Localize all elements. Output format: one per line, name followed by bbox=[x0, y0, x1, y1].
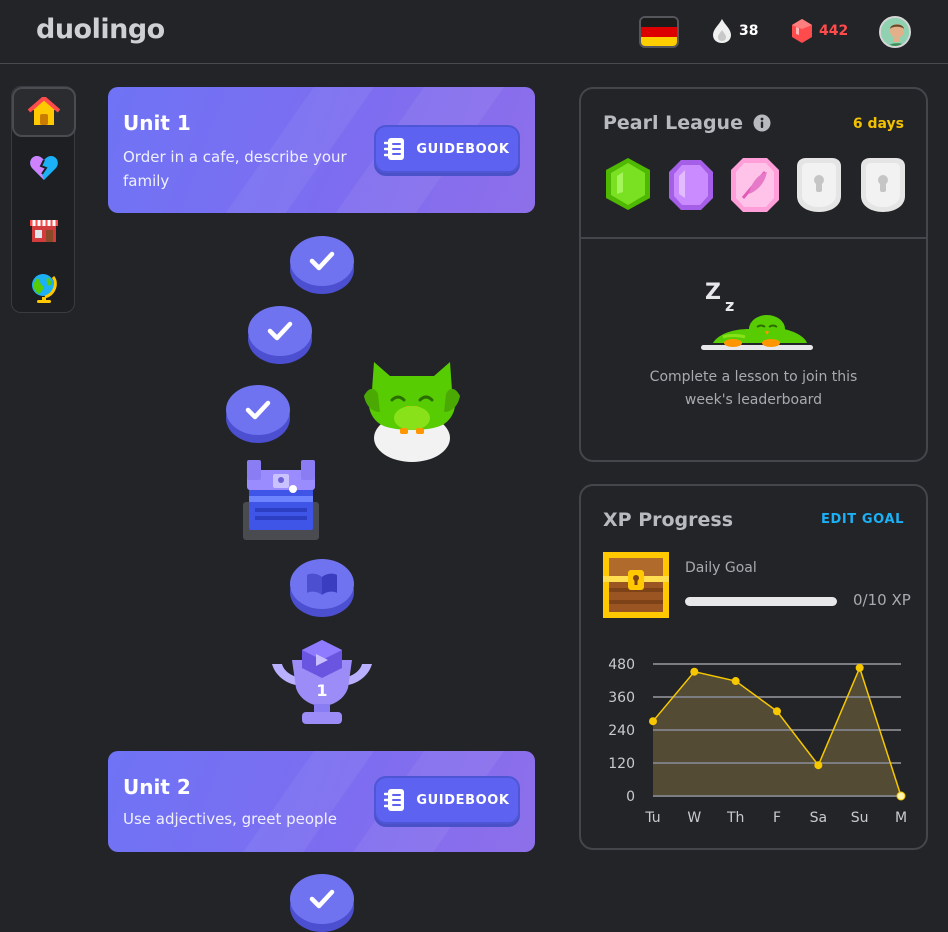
data-point bbox=[896, 791, 906, 801]
checkmark-icon bbox=[309, 889, 335, 909]
duolingo-logo[interactable]: duolingo bbox=[36, 14, 165, 45]
home-icon bbox=[28, 97, 60, 125]
sleeping-duo-icon: Z z bbox=[701, 280, 813, 350]
x-tick-label: M bbox=[895, 810, 907, 826]
lesson-node-completed[interactable] bbox=[290, 874, 354, 932]
locked-league-icon bbox=[797, 158, 841, 212]
xp-weekly-chart: 0 120 240 360 480 Tu W Th F Sa Su M bbox=[608, 657, 907, 826]
x-tick-label: Su bbox=[851, 810, 869, 826]
checkmark-icon bbox=[245, 400, 271, 420]
unit-description: Use adjectives, greet people bbox=[123, 810, 337, 828]
unit-1-banner: Unit 1 Order in a cafe, describe your fa… bbox=[108, 87, 535, 213]
german-flag-icon[interactable] bbox=[639, 16, 679, 48]
data-point bbox=[690, 667, 699, 676]
unit-2-banner: Unit 2 Use adjectives, greet people GUID… bbox=[108, 751, 535, 852]
pearl-league-icon bbox=[731, 158, 779, 212]
notebook-icon bbox=[384, 789, 405, 811]
guidebook-button[interactable]: GUIDEBOOK bbox=[374, 125, 520, 173]
notebook-icon bbox=[384, 138, 405, 160]
lesson-node-completed[interactable] bbox=[226, 385, 290, 443]
unit-title: Unit 2 bbox=[123, 775, 191, 799]
gems-counter[interactable]: 442 bbox=[791, 18, 848, 44]
xp-area bbox=[653, 667, 901, 796]
xp-title: XP Progress bbox=[603, 509, 734, 531]
daily-goal-label: Daily Goal bbox=[685, 560, 757, 576]
x-tick-label: F bbox=[773, 810, 781, 826]
heart-icon bbox=[30, 156, 58, 180]
league-name: Pearl League bbox=[603, 112, 743, 134]
svg-text:z: z bbox=[725, 296, 734, 315]
emerald-league-icon bbox=[606, 158, 650, 210]
locked-league-icon bbox=[861, 158, 905, 212]
data-point bbox=[855, 663, 864, 672]
lesson-node-completed[interactable] bbox=[248, 306, 312, 364]
gem-icon bbox=[792, 19, 812, 43]
x-tick-label: Sa bbox=[810, 810, 827, 826]
svg-text:Z: Z bbox=[705, 280, 721, 305]
data-point bbox=[773, 707, 781, 716]
y-tick-label: 480 bbox=[608, 657, 635, 673]
lesson-node-completed[interactable] bbox=[290, 236, 354, 294]
streak-count: 38 bbox=[739, 23, 759, 39]
league-days-left: 6 days bbox=[852, 116, 904, 132]
guidebook-label: GUIDEBOOK bbox=[416, 141, 510, 157]
data-point bbox=[649, 717, 657, 726]
amethyst-league-icon bbox=[669, 160, 713, 210]
sidebar bbox=[11, 86, 76, 313]
daily-goal-progress-bar bbox=[685, 597, 837, 606]
y-tick-label: 120 bbox=[608, 756, 635, 772]
data-point bbox=[731, 677, 740, 686]
unit-trophy-icon[interactable]: 1 bbox=[270, 638, 374, 726]
league-title: Pearl League bbox=[603, 112, 771, 134]
x-tick-label: W bbox=[687, 810, 701, 826]
sidebar-item-hearts[interactable] bbox=[12, 143, 76, 193]
x-tick-label: Tu bbox=[644, 810, 660, 826]
duo-owl-mascot bbox=[364, 362, 460, 462]
x-tick-label: Th bbox=[726, 810, 744, 826]
xp-progress-card: XP Progress EDIT GOAL Daily Goal 0/10 XP… bbox=[579, 484, 928, 850]
checkmark-icon bbox=[309, 251, 335, 271]
y-tick-label: 360 bbox=[608, 690, 635, 706]
y-tick-label: 240 bbox=[608, 723, 635, 739]
daily-goal-progress-text: 0/10 XP bbox=[853, 591, 911, 609]
sidebar-item-shop[interactable] bbox=[12, 204, 76, 254]
top-bar: duolingo 38 442 bbox=[0, 0, 948, 64]
guidebook-button[interactable]: GUIDEBOOK bbox=[374, 776, 520, 824]
user-avatar[interactable] bbox=[879, 16, 911, 48]
divider bbox=[581, 237, 926, 239]
info-icon[interactable] bbox=[753, 114, 771, 132]
globe-icon bbox=[32, 274, 57, 303]
treasure-chest-icon[interactable] bbox=[243, 456, 319, 540]
league-card: Pearl League 6 days Z z Complete a lesso… bbox=[579, 87, 928, 462]
shop-icon bbox=[30, 220, 58, 242]
streak-drop-icon bbox=[713, 19, 731, 43]
y-tick-label: 0 bbox=[626, 789, 635, 805]
chest-icon bbox=[603, 552, 669, 618]
streak-counter[interactable]: 38 bbox=[711, 18, 758, 44]
story-node[interactable] bbox=[290, 559, 354, 617]
book-icon bbox=[307, 573, 337, 595]
gem-count: 442 bbox=[819, 23, 849, 39]
unit-title: Unit 1 bbox=[123, 111, 191, 135]
guidebook-label: GUIDEBOOK bbox=[416, 792, 510, 808]
unit-description: Order in a cafe, describe your family bbox=[123, 148, 347, 190]
sidebar-item-explore[interactable] bbox=[12, 263, 76, 313]
data-point bbox=[814, 761, 823, 770]
league-message: Complete a lesson to join this week's le… bbox=[649, 369, 858, 408]
trophy-number: 1 bbox=[316, 681, 327, 700]
edit-goal-link[interactable]: EDIT GOAL bbox=[821, 512, 904, 527]
checkmark-icon bbox=[267, 321, 293, 341]
sidebar-item-learn[interactable] bbox=[12, 87, 76, 137]
